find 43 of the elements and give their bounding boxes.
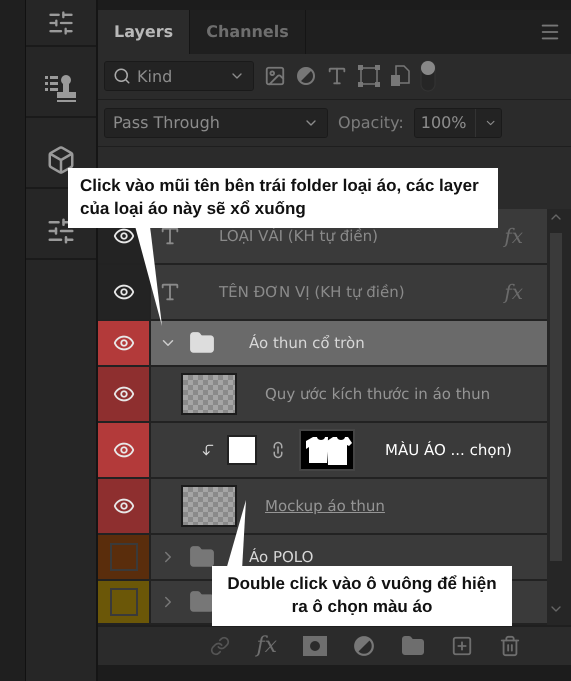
adjustment-icon[interactable] <box>353 634 375 657</box>
layer-name: Mockup áo thun <box>265 496 385 515</box>
blend-mode-dropdown[interactable]: Pass Through <box>104 108 328 138</box>
clip-arrow-icon <box>201 442 215 457</box>
type-icon[interactable] <box>326 65 348 88</box>
color-fill-swatch[interactable] <box>227 434 257 465</box>
layer-thumbnail <box>181 372 237 415</box>
effects-button[interactable]: fx <box>256 633 277 658</box>
opacity-label: Opacity: <box>338 113 404 132</box>
image-icon[interactable] <box>264 65 286 88</box>
tshirt-mask-icon <box>299 428 355 471</box>
search-icon <box>113 67 131 86</box>
layer-row[interactable]: Mockup áo thun <box>98 478 547 535</box>
link-icon[interactable] <box>210 636 230 656</box>
new-layer-icon[interactable] <box>451 634 473 657</box>
opacity-field[interactable]: 100% <box>414 108 502 138</box>
folder-icon <box>189 330 215 356</box>
folder-icon <box>189 544 215 570</box>
layer-name: Áo thun cổ tròn <box>249 334 365 352</box>
cube-icon[interactable] <box>46 144 76 174</box>
adjustment-icon[interactable] <box>296 66 316 86</box>
sliders-icon[interactable] <box>46 216 76 246</box>
clone-stamp-icon[interactable] <box>45 74 77 104</box>
layer-name: Quy ước kích thước in áo thun <box>265 384 490 403</box>
filter-dropdown[interactable]: Kind <box>104 61 254 92</box>
hint-tooltip: Double click vào ô vuông để hiện ra ô chọn màu áo <box>212 566 512 626</box>
filter-toggle-icon[interactable] <box>420 60 436 92</box>
smart-object-icon[interactable] <box>390 65 410 88</box>
hint-tooltip: Click vào mũi tên bên trái folder loại áo, các layer của loại áo này sẽ xổ xuống <box>68 168 498 228</box>
panel-tab[interactable]: Layers <box>98 10 190 54</box>
transform-icon[interactable] <box>358 65 380 88</box>
trash-icon[interactable] <box>499 634 521 657</box>
layer-name: Áo POLO <box>249 548 314 566</box>
folder-icon <box>189 588 215 615</box>
layer-row[interactable]: Áo thun cổ tròn <box>98 320 547 367</box>
layer-row[interactable]: Quy ước kích thước in áo thun <box>98 366 547 423</box>
folder-icon[interactable] <box>401 634 425 658</box>
layer-name: LOẠI VẢI (KH tự điền) <box>219 226 378 245</box>
layer-name: TÊN ĐƠN VỊ (KH tự điền) <box>219 282 405 301</box>
mask-icon[interactable] <box>303 636 327 656</box>
layer-thumbnail <box>181 484 237 527</box>
layer-row[interactable]: MÀU ÁO ... chọn) <box>98 422 547 479</box>
layer-name: MÀU ÁO ... chọn) <box>385 440 512 459</box>
